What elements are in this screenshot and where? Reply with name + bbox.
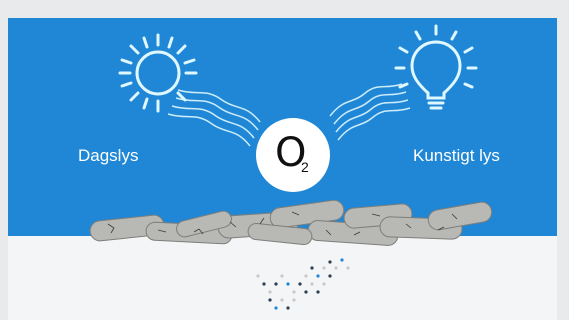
logo-dot: [328, 260, 332, 264]
logo-dot: [274, 306, 278, 310]
logo-dot: [322, 266, 326, 270]
logo-dot: [328, 274, 332, 278]
logo-dot: [256, 274, 260, 278]
logo-dot: [334, 266, 338, 270]
logo-dot: [298, 282, 302, 286]
logo-dot: [316, 290, 320, 294]
logo-dot: [310, 266, 314, 270]
logo-dot: [262, 282, 266, 286]
dotted-logo-icon: [256, 258, 350, 310]
logo-dot: [310, 282, 314, 286]
logo-dot: [322, 282, 326, 286]
logo-dot: [292, 298, 296, 302]
logo-dot: [280, 298, 284, 302]
logo-dot: [268, 290, 272, 294]
slide: Dagslys Kunstigt lys O 2: [8, 18, 557, 320]
logo-dot: [280, 274, 284, 278]
logo-dot: [304, 274, 308, 278]
logo-dot: [286, 306, 290, 310]
logo-dot: [346, 266, 350, 270]
logo-dot: [340, 258, 344, 262]
logo-dot: [316, 274, 320, 278]
logo-dot: [286, 282, 290, 286]
logo-dot: [274, 282, 278, 286]
logo-dot: [268, 298, 272, 302]
logo-dot: [292, 290, 296, 294]
logo-dot: [304, 290, 308, 294]
